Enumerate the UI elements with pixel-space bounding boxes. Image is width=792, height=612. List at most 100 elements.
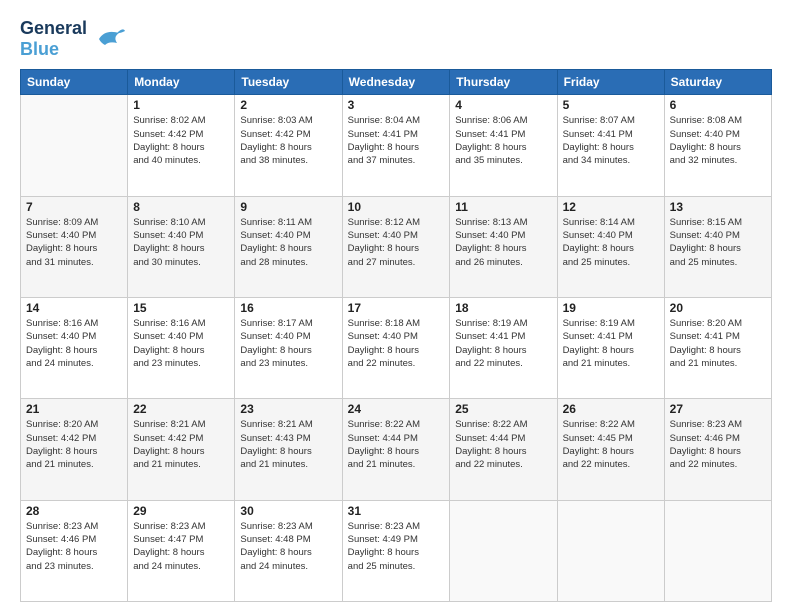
day-number: 3 xyxy=(348,98,445,112)
day-info: Sunrise: 8:23 AM Sunset: 4:48 PM Dayligh… xyxy=(240,520,336,573)
calendar-cell: 23 Sunrise: 8:21 AM Sunset: 4:43 PM Dayli… xyxy=(235,399,342,500)
day-info: Sunrise: 8:11 AM Sunset: 4:40 PM Dayligh… xyxy=(240,216,336,269)
day-number: 16 xyxy=(240,301,336,315)
day-info: Sunrise: 8:02 AM Sunset: 4:42 PM Dayligh… xyxy=(133,114,229,167)
day-number: 15 xyxy=(133,301,229,315)
day-info: Sunrise: 8:22 AM Sunset: 4:44 PM Dayligh… xyxy=(455,418,551,471)
calendar-cell: 15 Sunrise: 8:16 AM Sunset: 4:40 PM Dayli… xyxy=(128,298,235,399)
day-info: Sunrise: 8:19 AM Sunset: 4:41 PM Dayligh… xyxy=(455,317,551,370)
calendar-cell: 7 Sunrise: 8:09 AM Sunset: 4:40 PM Daylig… xyxy=(21,196,128,297)
calendar-cell xyxy=(21,95,128,196)
week-row-1: 1 Sunrise: 8:02 AM Sunset: 4:42 PM Daylig… xyxy=(21,95,772,196)
weekday-wednesday: Wednesday xyxy=(342,70,450,95)
calendar-body: 1 Sunrise: 8:02 AM Sunset: 4:42 PM Daylig… xyxy=(21,95,772,602)
day-info: Sunrise: 8:14 AM Sunset: 4:40 PM Dayligh… xyxy=(563,216,659,269)
week-row-2: 7 Sunrise: 8:09 AM Sunset: 4:40 PM Daylig… xyxy=(21,196,772,297)
day-number: 28 xyxy=(26,504,122,518)
day-info: Sunrise: 8:07 AM Sunset: 4:41 PM Dayligh… xyxy=(563,114,659,167)
calendar-cell: 29 Sunrise: 8:23 AM Sunset: 4:47 PM Dayli… xyxy=(128,500,235,601)
calendar-cell: 4 Sunrise: 8:06 AM Sunset: 4:41 PM Daylig… xyxy=(450,95,557,196)
day-number: 1 xyxy=(133,98,229,112)
calendar-cell: 21Sunrise: 8:20 AM Sunset: 4:42 PM Dayli… xyxy=(21,399,128,500)
day-number: 7 xyxy=(26,200,122,214)
calendar-cell: 2 Sunrise: 8:03 AM Sunset: 4:42 PM Daylig… xyxy=(235,95,342,196)
day-info: Sunrise: 8:22 AM Sunset: 4:45 PM Dayligh… xyxy=(563,418,659,471)
page: GeneralBlue SundayMondayTuesdayWednesday… xyxy=(0,0,792,612)
day-info: Sunrise: 8:22 AM Sunset: 4:44 PM Dayligh… xyxy=(348,418,445,471)
day-info: Sunrise: 8:21 AM Sunset: 4:43 PM Dayligh… xyxy=(240,418,336,471)
day-info: Sunrise: 8:15 AM Sunset: 4:40 PM Dayligh… xyxy=(670,216,766,269)
calendar-header: SundayMondayTuesdayWednesdayThursdayFrid… xyxy=(21,70,772,95)
weekday-monday: Monday xyxy=(128,70,235,95)
logo-text: GeneralBlue xyxy=(20,18,87,59)
day-number: 10 xyxy=(348,200,445,214)
calendar-cell: 6Sunrise: 8:08 AM Sunset: 4:40 PM Daylig… xyxy=(664,95,771,196)
day-number: 18 xyxy=(455,301,551,315)
calendar-cell: 19 Sunrise: 8:19 AM Sunset: 4:41 PM Dayli… xyxy=(557,298,664,399)
day-number: 14 xyxy=(26,301,122,315)
day-number: 22 xyxy=(133,402,229,416)
day-number: 12 xyxy=(563,200,659,214)
calendar-cell: 14 Sunrise: 8:16 AM Sunset: 4:40 PM Dayli… xyxy=(21,298,128,399)
calendar-cell: 27 Sunrise: 8:23 AM Sunset: 4:46 PM Dayli… xyxy=(664,399,771,500)
day-info: Sunrise: 8:18 AM Sunset: 4:40 PM Dayligh… xyxy=(348,317,445,370)
calendar-cell: 12 Sunrise: 8:14 AM Sunset: 4:40 PM Dayli… xyxy=(557,196,664,297)
calendar-cell: 13 Sunrise: 8:15 AM Sunset: 4:40 PM Dayli… xyxy=(664,196,771,297)
calendar-cell: 9 Sunrise: 8:11 AM Sunset: 4:40 PM Daylig… xyxy=(235,196,342,297)
day-number: 25 xyxy=(455,402,551,416)
day-number: 30 xyxy=(240,504,336,518)
day-info: Sunrise: 8:16 AM Sunset: 4:40 PM Dayligh… xyxy=(26,317,122,370)
day-number: 26 xyxy=(563,402,659,416)
day-number: 11 xyxy=(455,200,551,214)
calendar-cell: 11Sunrise: 8:13 AM Sunset: 4:40 PM Dayli… xyxy=(450,196,557,297)
day-number: 6 xyxy=(670,98,766,112)
day-number: 2 xyxy=(240,98,336,112)
weekday-friday: Friday xyxy=(557,70,664,95)
day-number: 13 xyxy=(670,200,766,214)
calendar-cell: 22 Sunrise: 8:21 AM Sunset: 4:42 PM Dayli… xyxy=(128,399,235,500)
day-number: 29 xyxy=(133,504,229,518)
calendar-cell: 30 Sunrise: 8:23 AM Sunset: 4:48 PM Dayli… xyxy=(235,500,342,601)
calendar-cell: 5Sunrise: 8:07 AM Sunset: 4:41 PM Daylig… xyxy=(557,95,664,196)
week-row-3: 14 Sunrise: 8:16 AM Sunset: 4:40 PM Dayli… xyxy=(21,298,772,399)
day-number: 8 xyxy=(133,200,229,214)
calendar-cell: 1 Sunrise: 8:02 AM Sunset: 4:42 PM Daylig… xyxy=(128,95,235,196)
day-number: 20 xyxy=(670,301,766,315)
day-info: Sunrise: 8:17 AM Sunset: 4:40 PM Dayligh… xyxy=(240,317,336,370)
day-number: 19 xyxy=(563,301,659,315)
day-info: Sunrise: 8:23 AM Sunset: 4:46 PM Dayligh… xyxy=(670,418,766,471)
calendar-cell: 24 Sunrise: 8:22 AM Sunset: 4:44 PM Dayli… xyxy=(342,399,450,500)
day-info: Sunrise: 8:21 AM Sunset: 4:42 PM Dayligh… xyxy=(133,418,229,471)
weekday-header-row: SundayMondayTuesdayWednesdayThursdayFrid… xyxy=(21,70,772,95)
calendar-cell: 8 Sunrise: 8:10 AM Sunset: 4:40 PM Daylig… xyxy=(128,196,235,297)
day-info: Sunrise: 8:04 AM Sunset: 4:41 PM Dayligh… xyxy=(348,114,445,167)
day-number: 17 xyxy=(348,301,445,315)
day-number: 9 xyxy=(240,200,336,214)
day-info: Sunrise: 8:03 AM Sunset: 4:42 PM Dayligh… xyxy=(240,114,336,167)
day-info: Sunrise: 8:23 AM Sunset: 4:47 PM Dayligh… xyxy=(133,520,229,573)
day-info: Sunrise: 8:10 AM Sunset: 4:40 PM Dayligh… xyxy=(133,216,229,269)
day-number: 4 xyxy=(455,98,551,112)
calendar: SundayMondayTuesdayWednesdayThursdayFrid… xyxy=(20,69,772,602)
day-info: Sunrise: 8:23 AM Sunset: 4:46 PM Dayligh… xyxy=(26,520,122,573)
day-number: 24 xyxy=(348,402,445,416)
week-row-5: 28 Sunrise: 8:23 AM Sunset: 4:46 PM Dayli… xyxy=(21,500,772,601)
weekday-sunday: Sunday xyxy=(21,70,128,95)
day-number: 21 xyxy=(26,402,122,416)
day-info: Sunrise: 8:06 AM Sunset: 4:41 PM Dayligh… xyxy=(455,114,551,167)
calendar-cell: 26 Sunrise: 8:22 AM Sunset: 4:45 PM Dayli… xyxy=(557,399,664,500)
day-info: Sunrise: 8:09 AM Sunset: 4:40 PM Dayligh… xyxy=(26,216,122,269)
day-number: 27 xyxy=(670,402,766,416)
day-number: 23 xyxy=(240,402,336,416)
weekday-tuesday: Tuesday xyxy=(235,70,342,95)
day-info: Sunrise: 8:19 AM Sunset: 4:41 PM Dayligh… xyxy=(563,317,659,370)
day-info: Sunrise: 8:16 AM Sunset: 4:40 PM Dayligh… xyxy=(133,317,229,370)
calendar-cell: 25 Sunrise: 8:22 AM Sunset: 4:44 PM Dayli… xyxy=(450,399,557,500)
calendar-cell: 28 Sunrise: 8:23 AM Sunset: 4:46 PM Dayli… xyxy=(21,500,128,601)
calendar-cell: 17 Sunrise: 8:18 AM Sunset: 4:40 PM Dayli… xyxy=(342,298,450,399)
calendar-cell: 3 Sunrise: 8:04 AM Sunset: 4:41 PM Daylig… xyxy=(342,95,450,196)
week-row-4: 21Sunrise: 8:20 AM Sunset: 4:42 PM Dayli… xyxy=(21,399,772,500)
calendar-cell xyxy=(557,500,664,601)
calendar-cell xyxy=(450,500,557,601)
day-info: Sunrise: 8:23 AM Sunset: 4:49 PM Dayligh… xyxy=(348,520,445,573)
